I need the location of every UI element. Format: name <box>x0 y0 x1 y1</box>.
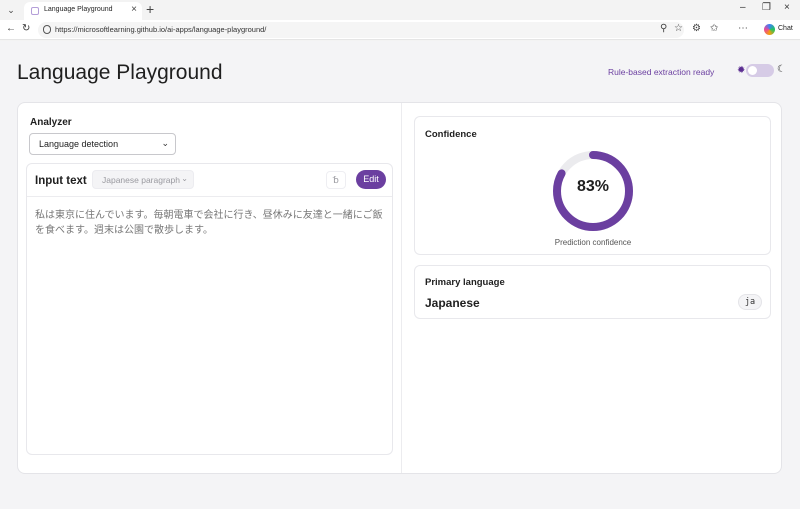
browser-tab[interactable]: Language Playground × <box>24 2 142 20</box>
plus-icon[interactable]: + <box>146 1 154 17</box>
zoom-icon[interactable]: ⚲ <box>660 23 667 34</box>
chevron-down-icon: ⌄ <box>181 174 188 183</box>
chat-button[interactable]: Chat <box>764 23 796 37</box>
url-text: https://microsoftlearning.github.io/ai-a… <box>55 25 267 34</box>
close-icon[interactable]: × <box>131 4 137 15</box>
sun-icon: ✹ <box>737 65 746 76</box>
confidence-panel: Confidence 83% Prediction confidence <box>414 116 771 255</box>
arrow-left-icon[interactable]: ← <box>6 23 16 34</box>
browser-tab-bar: ⌄ Language Playground × + – ❐ × <box>0 0 800 20</box>
window-close-icon[interactable]: × <box>784 2 790 13</box>
address-bar: ← ↻ https://microsoftlearning.github.io/… <box>0 20 800 40</box>
input-text-content: 私は東京に住んでいます。毎朝電車で会社に行き、昼休みに友達と一緒にご飯を食べます… <box>35 210 383 236</box>
toggle-knob <box>748 66 757 75</box>
more-icon[interactable]: ⋯ <box>738 23 748 34</box>
lock-icon <box>43 25 51 34</box>
column-divider <box>401 103 402 473</box>
reload-icon[interactable]: ↻ <box>22 23 30 34</box>
page: Language Playground Rule-based extractio… <box>0 41 800 509</box>
primary-language-panel: Primary language Japanese ja <box>414 265 771 319</box>
page-title: Language Playground <box>17 61 223 84</box>
extensions-icon[interactable]: ⚙ <box>692 23 701 34</box>
star-icon[interactable]: ☆ <box>674 23 683 34</box>
minimize-icon[interactable]: – <box>740 2 746 13</box>
confidence-title: Confidence <box>425 129 477 140</box>
restore-icon[interactable]: ❐ <box>762 2 771 13</box>
primary-language-title: Primary language <box>425 277 505 288</box>
analyzer-select[interactable]: Language detection ⌄ <box>29 133 176 155</box>
input-divider <box>27 196 392 197</box>
edit-button[interactable]: Edit <box>356 170 386 189</box>
page-icon <box>31 7 39 15</box>
chevron-down-icon[interactable]: ⌄ <box>4 3 18 17</box>
chat-label: Chat <box>778 25 793 32</box>
language-code-badge: ja <box>738 294 762 310</box>
chevron-down-icon: ⌄ <box>161 138 169 148</box>
url-field[interactable]: https://microsoftlearning.github.io/ai-a… <box>38 22 684 38</box>
favorites-icon[interactable]: ✩ <box>710 23 718 34</box>
main-card: Analyzer Language detection ⌄ Input text… <box>17 102 782 474</box>
tab-title: Language Playground <box>44 6 113 13</box>
sample-select[interactable]: Japanese paragraph ⌄ <box>92 170 194 189</box>
clear-icon[interactable]: ␢ <box>326 171 346 189</box>
confidence-value: 83% <box>576 178 610 195</box>
moon-icon: ☾ <box>777 64 786 75</box>
status-text: Rule-based extraction ready <box>608 67 715 77</box>
copilot-icon <box>764 24 775 35</box>
input-title: Input text <box>35 175 87 187</box>
primary-language-name: Japanese <box>425 296 480 310</box>
input-panel: Input text Japanese paragraph ⌄ ␢ Edit 私… <box>26 163 393 455</box>
sample-selected-value: Japanese paragraph <box>102 175 180 185</box>
analyzer-label: Analyzer <box>30 117 72 128</box>
analyzer-selected-value: Language detection <box>39 139 119 149</box>
confidence-caption: Prediction confidence <box>554 238 632 247</box>
theme-toggle[interactable] <box>746 64 774 77</box>
